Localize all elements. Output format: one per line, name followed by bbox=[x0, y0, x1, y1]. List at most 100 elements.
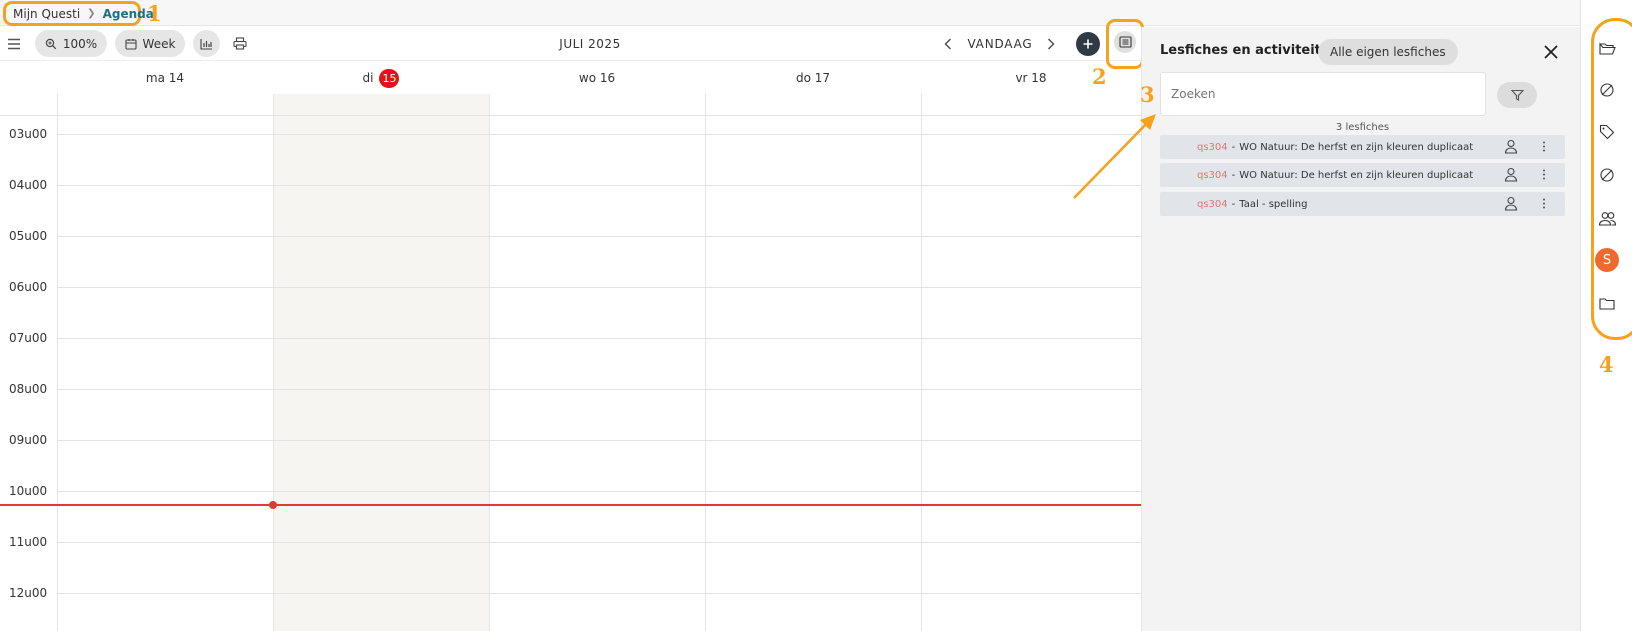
list-item[interactable]: qs304 - WO Natuur: De herfst en zijn kle… bbox=[1160, 135, 1565, 159]
folder-open-icon[interactable] bbox=[1595, 36, 1619, 60]
day-label: do 17 bbox=[795, 71, 831, 85]
grid-divider bbox=[705, 94, 706, 631]
hour-line bbox=[57, 542, 1141, 543]
chevron-right-icon[interactable] bbox=[1040, 30, 1062, 57]
hour-line bbox=[57, 389, 1141, 390]
menu-icon[interactable] bbox=[3, 30, 25, 57]
hour-label: 11u00 bbox=[9, 535, 48, 549]
list-item[interactable]: qs304 - WO Natuur: De herfst en zijn kle… bbox=[1160, 163, 1565, 187]
add-button[interactable] bbox=[1076, 32, 1100, 56]
day-header-today[interactable]: di 15 bbox=[273, 62, 489, 94]
hour-line bbox=[57, 134, 1141, 135]
print-icon[interactable] bbox=[229, 30, 251, 57]
day-label: di bbox=[362, 71, 374, 85]
item-separator: - bbox=[1231, 198, 1236, 210]
person-icon[interactable] bbox=[1504, 196, 1518, 214]
close-icon[interactable] bbox=[1540, 41, 1562, 63]
list-item[interactable]: qs304 - Taal - spelling bbox=[1160, 192, 1565, 216]
more-options-icon[interactable] bbox=[1541, 167, 1547, 185]
day-header[interactable]: do 17 bbox=[705, 62, 921, 94]
zoom-icon bbox=[45, 38, 57, 49]
today-button[interactable]: VANDAAG bbox=[960, 30, 1040, 57]
folder-icon[interactable] bbox=[1595, 291, 1619, 315]
current-time-dot bbox=[269, 501, 277, 509]
day-label: ma 14 bbox=[145, 71, 185, 85]
zoom-button[interactable]: 100% bbox=[35, 30, 107, 57]
grid-divider bbox=[273, 94, 274, 631]
today-badge: 15 bbox=[379, 68, 400, 88]
plus-icon bbox=[1083, 39, 1093, 49]
hour-line bbox=[57, 287, 1141, 288]
hour-line bbox=[57, 338, 1141, 339]
bar-chart-icon bbox=[200, 38, 212, 50]
week-calendar: ma 14 di 15 wo 16 do 17 vr 18 03u00 04u0… bbox=[0, 62, 1141, 631]
funnel-icon bbox=[1510, 89, 1524, 101]
no-entry-icon[interactable] bbox=[1595, 163, 1619, 187]
tag-icon[interactable] bbox=[1595, 120, 1619, 144]
item-code: qs304 bbox=[1197, 169, 1228, 181]
day-header[interactable]: ma 14 bbox=[57, 62, 273, 94]
hour-label: 12u00 bbox=[9, 586, 48, 600]
day-header[interactable]: wo 16 bbox=[489, 62, 705, 94]
current-month: JULI 2025 bbox=[559, 36, 621, 51]
breadcrumb-bar bbox=[0, 0, 1632, 26]
view-label: Week bbox=[142, 36, 176, 51]
calendar-icon bbox=[124, 38, 137, 50]
grid-divider bbox=[57, 94, 58, 631]
group-icon[interactable] bbox=[1595, 206, 1619, 230]
lesson-panel: Lesfiches en activiteiten Alle eigen les… bbox=[1141, 27, 1580, 631]
annotation-4: 4 bbox=[1599, 352, 1614, 377]
chevron-left-icon[interactable] bbox=[937, 30, 959, 57]
item-code: qs304 bbox=[1197, 198, 1228, 210]
more-options-icon[interactable] bbox=[1541, 139, 1547, 157]
today-column bbox=[273, 94, 489, 631]
filter-chip[interactable]: Alle eigen lesfiches bbox=[1318, 39, 1458, 65]
hour-label: 03u00 bbox=[9, 127, 48, 141]
hour-label: 07u00 bbox=[9, 331, 48, 345]
annotation-arrow bbox=[1073, 114, 1156, 199]
item-title: WO Natuur: De herfst en zijn kleuren dup… bbox=[1239, 141, 1474, 153]
day-label: wo 16 bbox=[578, 71, 616, 85]
hour-line bbox=[57, 236, 1141, 237]
annotation-3: 3 bbox=[1140, 82, 1155, 107]
chevron-right-icon: ❯ bbox=[87, 8, 96, 19]
person-icon[interactable] bbox=[1504, 139, 1518, 157]
search-input[interactable] bbox=[1160, 72, 1486, 116]
stats-button[interactable] bbox=[193, 30, 220, 57]
more-options-icon[interactable] bbox=[1541, 196, 1547, 214]
hour-label: 10u00 bbox=[9, 484, 48, 498]
item-title: Taal - spelling bbox=[1239, 198, 1308, 210]
breadcrumb-home[interactable]: Mijn Questi bbox=[13, 7, 80, 21]
annotation-1: 1 bbox=[147, 1, 162, 26]
hour-line bbox=[57, 491, 1141, 492]
item-separator: - bbox=[1231, 141, 1236, 153]
hour-line bbox=[57, 440, 1141, 441]
day-header[interactable]: vr 18 bbox=[921, 62, 1141, 94]
grid-divider bbox=[489, 94, 490, 631]
hour-line bbox=[57, 185, 1141, 186]
zoom-label: 100% bbox=[62, 36, 98, 51]
current-time-line bbox=[0, 504, 1141, 506]
calendar-toolbar: 100% Week JULI 2025 VANDAAG bbox=[0, 27, 1141, 61]
hour-label: 09u00 bbox=[9, 433, 48, 447]
grid-line bbox=[0, 115, 1141, 116]
day-label: vr 18 bbox=[1015, 71, 1047, 85]
hour-label: 04u00 bbox=[9, 178, 48, 192]
filter-button[interactable] bbox=[1497, 82, 1537, 108]
no-entry-icon[interactable] bbox=[1595, 78, 1619, 102]
hour-line bbox=[57, 593, 1141, 594]
hour-label: 05u00 bbox=[9, 229, 48, 243]
user-avatar[interactable]: S bbox=[1595, 248, 1619, 272]
view-week-button[interactable]: Week bbox=[115, 30, 185, 57]
panel-title: Lesfiches en activiteiten bbox=[1160, 43, 1339, 58]
item-code: qs304 bbox=[1197, 141, 1228, 153]
breadcrumb: Mijn Questi ❯ Agenda bbox=[3, 1, 154, 26]
toggle-panel-button[interactable] bbox=[1114, 31, 1136, 53]
person-icon[interactable] bbox=[1504, 167, 1518, 185]
grid-divider bbox=[921, 94, 922, 631]
hour-label: 06u00 bbox=[9, 280, 48, 294]
item-title: WO Natuur: De herfst en zijn kleuren dup… bbox=[1239, 169, 1474, 181]
result-count: 3 lesfiches bbox=[1335, 122, 1390, 133]
app-root: Mijn Questi ❯ Agenda 1 100% Week JULI 20… bbox=[0, 0, 1632, 631]
hour-label: 08u00 bbox=[9, 382, 48, 396]
